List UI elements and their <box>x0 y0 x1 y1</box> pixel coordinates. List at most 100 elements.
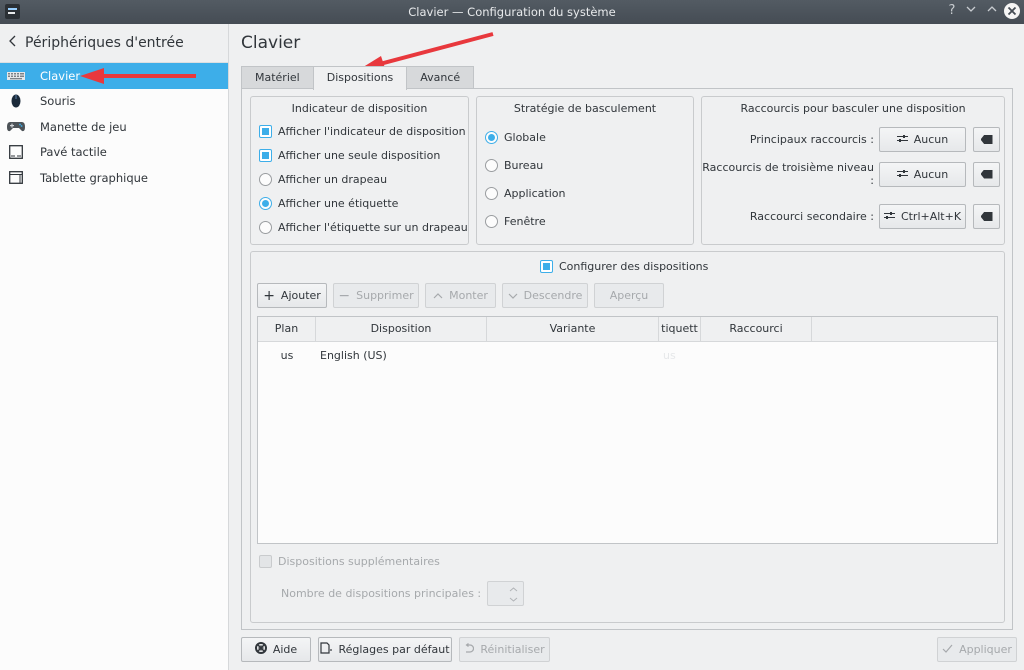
reset-button[interactable]: Réinitialiser <box>459 637 550 662</box>
table-row[interactable]: us English (US) us <box>258 342 997 368</box>
tab-panel-dispositions: Indicateur de disposition Afficher l'ind… <box>241 88 1013 630</box>
sidebar-category-title[interactable]: Périphériques d'entrée <box>25 35 184 51</box>
sidebar-item-label: Souris <box>40 94 76 109</box>
secondary-shortcut-button[interactable]: Ctrl+Alt+K <box>879 204 966 229</box>
window-title: Clavier — Configuration du système <box>408 5 616 19</box>
group-title: Indicateur de disposition <box>291 102 428 115</box>
tablet-icon <box>7 171 25 185</box>
clear-icon <box>980 169 993 179</box>
show-flag-radio[interactable]: Afficher un drapeau <box>259 167 468 191</box>
radio-circle[interactable] <box>259 220 272 234</box>
spin-down-icon[interactable] <box>509 595 518 604</box>
sidebar-item-label: Pavé tactile <box>40 145 107 160</box>
close-icon[interactable] <box>1004 3 1020 19</box>
button-label: Monter <box>449 289 488 302</box>
sidebar-item-tablette-graphique[interactable]: Tablette graphique <box>0 165 228 191</box>
layouts-table: Plan Disposition Variante tiquett Raccou… <box>257 316 998 544</box>
option-label: Afficher une seule disposition <box>278 148 441 162</box>
radio-circle[interactable] <box>485 130 498 144</box>
minus-icon: − <box>338 287 351 304</box>
touchpad-icon <box>7 145 25 160</box>
sidebar-item-label: Clavier <box>40 68 81 83</box>
extra-layouts-checkbox[interactable]: Dispositions supplémentaires <box>259 549 440 573</box>
move-up-button[interactable]: Monter <box>425 283 496 308</box>
group-title: Stratégie de basculement <box>513 102 657 115</box>
sidebar-item-manette-de-jeu[interactable]: Manette de jeu <box>0 114 228 140</box>
back-chevron-icon[interactable] <box>9 35 17 51</box>
sidebar-item-souris[interactable]: Souris <box>0 89 228 115</box>
show-indicator-checkbox[interactable]: Afficher l'indicateur de disposition <box>259 119 468 143</box>
tab-dispositions[interactable]: Dispositions <box>312 66 408 90</box>
shortcuts-group: Raccourcis pour basculer une disposition… <box>701 96 1005 245</box>
preview-button[interactable]: Aperçu <box>594 283 664 308</box>
column-header-plan[interactable]: Plan <box>258 317 316 341</box>
apply-button[interactable]: Appliquer <box>937 637 1017 662</box>
shortcut-row-secondary: Raccourci secondaire : Ctrl+Alt+K <box>702 204 1000 229</box>
help-icon[interactable]: ? <box>944 3 960 19</box>
button-label: Appliquer <box>959 643 1012 656</box>
column-header-variante[interactable]: Variante <box>487 317 659 341</box>
radio-circle[interactable] <box>485 214 498 228</box>
column-header-raccourci[interactable]: Raccourci <box>701 317 812 341</box>
tab-materiel[interactable]: Matériel <box>241 66 314 89</box>
gamepad-icon <box>7 120 25 134</box>
keyboard-icon <box>7 69 25 83</box>
cell-etiquette: us <box>663 348 676 362</box>
show-label-radio[interactable]: Afficher une étiquette <box>259 191 468 215</box>
option-label: Afficher une étiquette <box>278 196 399 210</box>
checkbox-box[interactable] <box>259 554 272 568</box>
help-button[interactable]: Aide <box>241 637 311 662</box>
shortcut-value: Ctrl+Alt+K <box>900 210 962 223</box>
column-header-disposition[interactable]: Disposition <box>316 317 487 341</box>
spin-up-icon[interactable] <box>509 585 518 594</box>
sidebar-item-pave-tactile[interactable]: Pavé tactile <box>0 140 228 166</box>
shortcut-label: Raccourcis de troisième niveau : <box>702 161 874 187</box>
third-level-shortcut-button[interactable]: Aucun <box>879 161 966 187</box>
button-label: Réglages par défaut <box>338 643 450 656</box>
tab-bar: Matériel Dispositions Avancé <box>241 66 475 90</box>
strategy-window-radio[interactable]: Fenêtre <box>485 207 693 235</box>
tab-avance[interactable]: Avancé <box>406 66 475 89</box>
checkbox-box[interactable] <box>259 148 272 162</box>
strategy-global-radio[interactable]: Globale <box>485 123 693 151</box>
main-layouts-count-spinbox[interactable] <box>487 581 525 606</box>
column-header-etiquette[interactable]: tiquett <box>659 317 701 341</box>
remove-layout-button[interactable]: − Supprimer <box>333 283 419 308</box>
chevron-up-icon <box>433 289 443 302</box>
button-label: Ajouter <box>280 289 321 302</box>
show-single-layout-checkbox[interactable]: Afficher une seule disposition <box>259 143 468 167</box>
add-layout-button[interactable]: + Ajouter <box>257 283 327 308</box>
indicator-group: Indicateur de disposition Afficher l'ind… <box>250 96 469 245</box>
move-down-button[interactable]: Descendre <box>502 283 588 308</box>
show-label-on-flag-radio[interactable]: Afficher l'étiquette sur un drapeau <box>259 215 468 239</box>
checkbox-box[interactable] <box>540 259 553 273</box>
minimize-icon[interactable] <box>963 3 979 19</box>
clear-third-level-shortcut-button[interactable] <box>973 161 1000 187</box>
shortcut-settings-icon <box>883 210 895 223</box>
radio-circle[interactable] <box>485 186 498 200</box>
page-title: Clavier <box>241 33 301 53</box>
clear-main-shortcut-button[interactable] <box>973 127 1000 152</box>
radio-circle[interactable] <box>259 172 272 186</box>
option-label: Afficher l'étiquette sur un drapeau <box>278 220 468 234</box>
option-label: Bureau <box>504 158 544 172</box>
main-layouts-count-row: Nombre de dispositions principales : <box>281 581 525 606</box>
maximize-icon[interactable] <box>984 3 1000 19</box>
clear-secondary-shortcut-button[interactable] <box>973 204 1000 229</box>
main-shortcut-button[interactable]: Aucun <box>879 127 966 152</box>
strategy-desktop-radio[interactable]: Bureau <box>485 151 693 179</box>
option-label: Globale <box>504 130 546 144</box>
radio-circle[interactable] <box>259 196 272 210</box>
strategy-application-radio[interactable]: Application <box>485 179 693 207</box>
window-titlebar: Clavier — Configuration du système ? <box>0 0 1024 24</box>
radio-circle[interactable] <box>485 158 498 172</box>
defaults-button[interactable]: Réglages par défaut <box>318 637 452 662</box>
option-label: Application <box>504 186 566 200</box>
configure-layouts-checkbox[interactable]: Configurer des dispositions <box>540 254 708 278</box>
sidebar-item-label: Manette de jeu <box>40 119 127 134</box>
sidebar-item-clavier[interactable]: Clavier <box>0 63 228 89</box>
group-title: Raccourcis pour basculer une disposition <box>740 102 966 115</box>
plus-icon: + <box>263 287 275 304</box>
checkbox-box[interactable] <box>259 124 272 138</box>
table-header: Plan Disposition Variante tiquett Raccou… <box>258 317 997 342</box>
